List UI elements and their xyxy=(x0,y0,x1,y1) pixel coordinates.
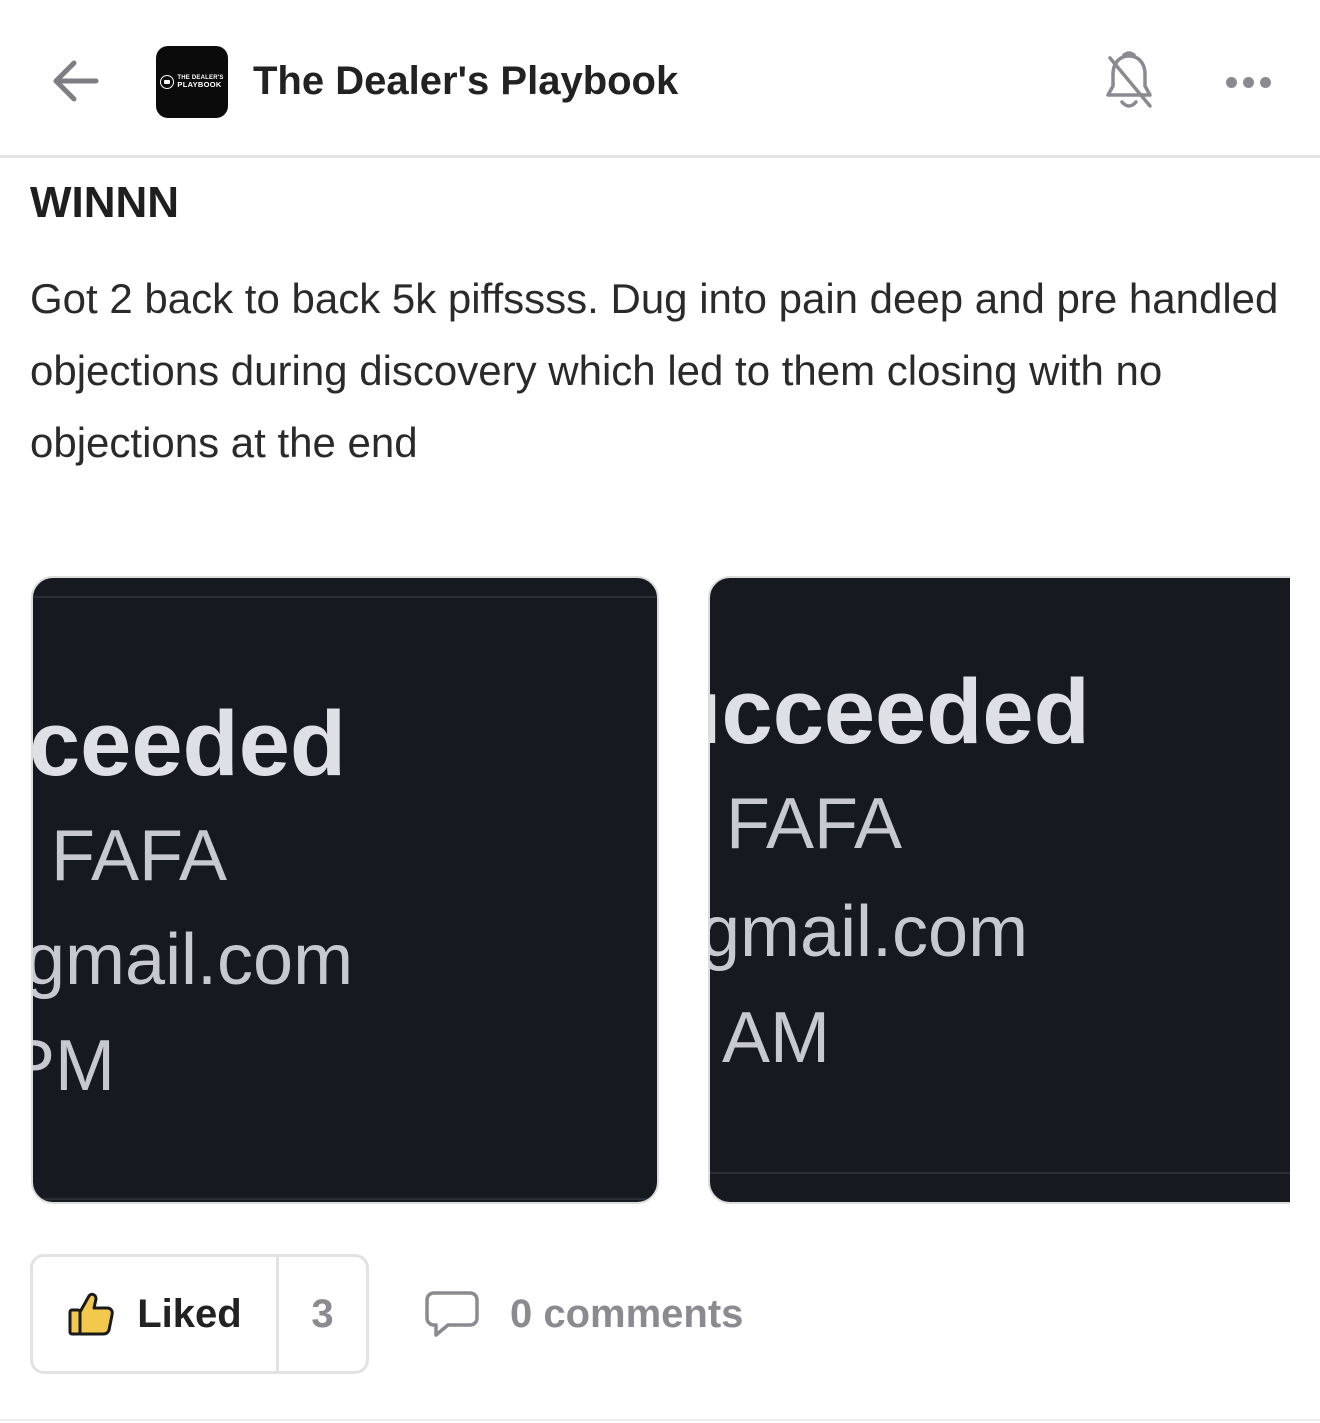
divider xyxy=(0,1419,1320,1421)
comments-count-label: 0 comments xyxy=(510,1291,744,1336)
logo-text-line2: PLAYBOOK xyxy=(177,80,222,90)
group-logo[interactable]: THE DEALER'S PLAYBOOK xyxy=(156,46,228,118)
image-1-text-line2: FAFA xyxy=(51,816,228,896)
more-dot xyxy=(1242,76,1254,88)
back-button[interactable] xyxy=(40,46,110,116)
notifications-button[interactable] xyxy=(1096,46,1162,116)
more-dot xyxy=(1259,76,1271,88)
attached-image-1[interactable]: ceeded FAFA gmail.com PM xyxy=(31,576,659,1204)
attached-image-2[interactable]: ıcceeded FAFA gmail.com AM xyxy=(708,576,1290,1204)
more-options-button[interactable] xyxy=(1214,56,1282,108)
like-count[interactable]: 3 xyxy=(279,1257,366,1371)
comments-button[interactable]: 0 comments xyxy=(424,1284,743,1344)
image-2-text-line2: FAFA xyxy=(726,784,903,864)
post-body: Got 2 back to back 5k piffssss. Dug into… xyxy=(30,275,1279,466)
like-control: Liked 3 xyxy=(30,1254,369,1374)
image-gallery[interactable]: ceeded FAFA gmail.com PM ıcceeded FAFA g… xyxy=(0,576,1290,1206)
arrow-left-icon xyxy=(53,60,99,102)
briefcase-icon xyxy=(160,75,175,89)
bell-off-icon xyxy=(1106,51,1152,108)
like-button[interactable]: Liked xyxy=(33,1257,279,1371)
image-1-text-line4: PM xyxy=(33,1026,115,1106)
more-dot xyxy=(1225,76,1237,88)
image-2-text-line1: ıcceeded xyxy=(708,661,1090,763)
comment-icon xyxy=(425,1291,479,1337)
image-1-text-line3: gmail.com xyxy=(31,920,354,1000)
thumbs-up-icon xyxy=(68,1292,114,1336)
post-title: WINNN xyxy=(30,178,180,227)
image-1-text-line1: ceeded xyxy=(31,693,347,795)
top-bar: THE DEALER'S PLAYBOOK The Dealer's Playb… xyxy=(0,0,1320,158)
image-2-text-line4: AM xyxy=(722,998,830,1078)
group-title[interactable]: The Dealer's Playbook xyxy=(253,56,678,106)
like-label: Liked xyxy=(137,1291,242,1336)
image-2-text-line3: gmail.com xyxy=(708,892,1029,972)
